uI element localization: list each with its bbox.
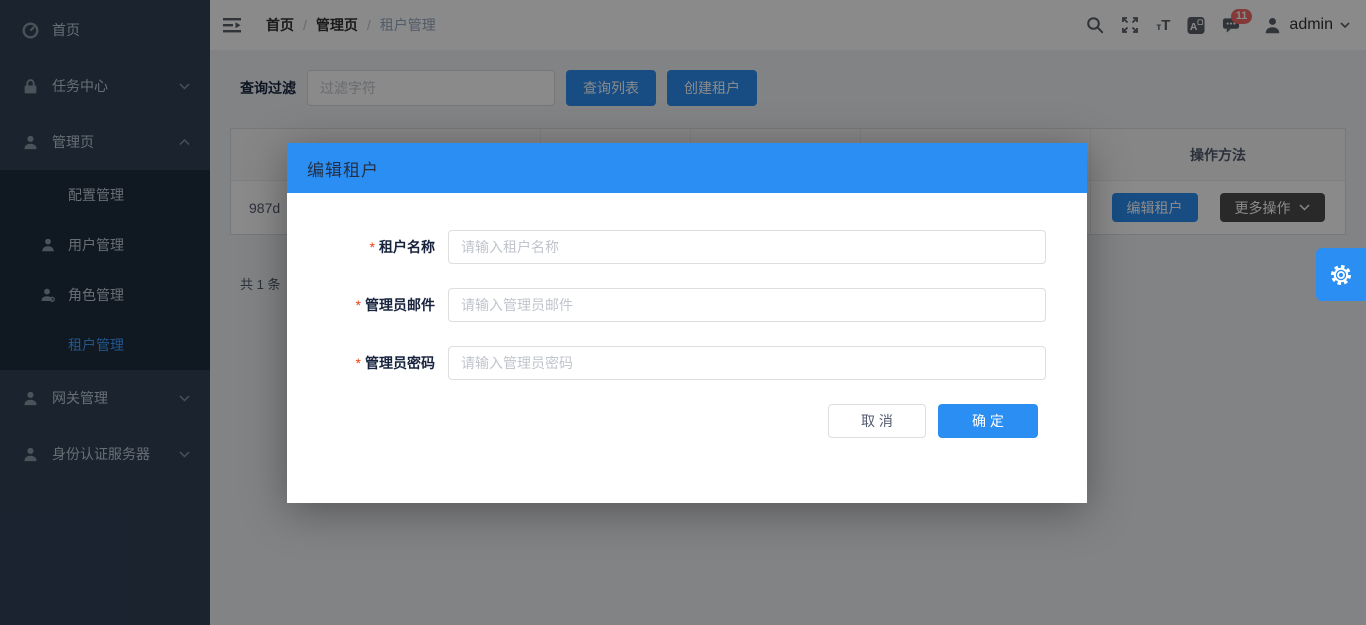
form-row-tenant-name: *租户名称 [287, 230, 1087, 264]
admin-email-label: *管理员邮件 [287, 295, 435, 315]
form-row-admin-password: *管理员密码 [287, 346, 1087, 380]
cancel-button[interactable]: 取 消 [828, 404, 926, 438]
settings-panel-button[interactable] [1316, 248, 1366, 301]
admin-password-input[interactable] [448, 346, 1046, 380]
form-row-admin-email: *管理员邮件 [287, 288, 1087, 322]
modal-title: 编辑租户 [307, 156, 379, 181]
edit-tenant-modal: 编辑租户 *租户名称 *管理员邮件 *管理员密码 [287, 143, 1087, 503]
app-window: 首页 任务中心 管理页 配置管理 [0, 0, 1366, 625]
gear-icon [1328, 262, 1354, 288]
required-mark: * [370, 239, 375, 255]
modal-footer: 取 消 确 定 [287, 404, 1087, 438]
tenant-name-input[interactable] [448, 230, 1046, 264]
modal-header: 编辑租户 [287, 143, 1087, 193]
modal-body: *租户名称 *管理员邮件 *管理员密码 取 消 确 定 [287, 193, 1087, 438]
required-mark: * [356, 355, 361, 371]
admin-email-input[interactable] [448, 288, 1046, 322]
required-mark: * [356, 297, 361, 313]
tenant-name-label: *租户名称 [287, 237, 435, 257]
confirm-button[interactable]: 确 定 [938, 404, 1038, 438]
admin-password-label: *管理员密码 [287, 353, 435, 373]
